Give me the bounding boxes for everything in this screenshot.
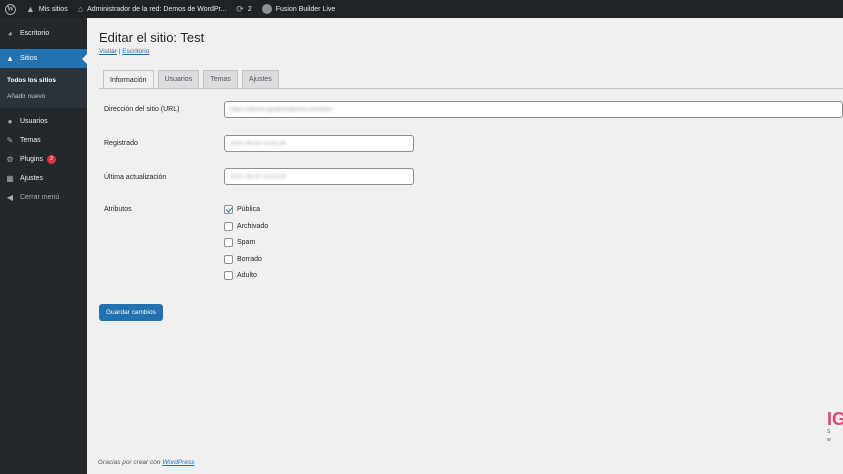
plugins-icon: ⚙ — [6, 155, 14, 164]
sidebar-item-label: Cerrar menú — [20, 194, 60, 201]
footer-thanks: Gracias por crear con — [98, 459, 161, 466]
sites-submenu: Todos los sitios Añadir nuevo — [0, 68, 87, 108]
footer-text: Gracias por crear con WordPress — [98, 459, 194, 466]
sidebar-item-sitios[interactable]: ▲ Sitios — [0, 49, 87, 68]
network-admin-menu[interactable]: ⌂ Administrador de la red: Demos de Word… — [73, 0, 232, 18]
main-content: Editar el sitio: Test Visitar | Escritor… — [87, 18, 843, 474]
sidebar-item-label: Escritorio — [20, 30, 50, 37]
checkbox-icon[interactable] — [224, 271, 233, 280]
plugins-update-badge: 2 — [46, 155, 56, 164]
tab-informacion[interactable]: Información — [103, 70, 154, 89]
last-updated-value: 2021-06-30 15:53:28 — [230, 173, 286, 180]
themes-icon: ✎ — [6, 136, 14, 145]
my-sites-icon: ▲ — [26, 3, 35, 14]
wordpress-logo-menu[interactable]: W — [0, 0, 21, 18]
last-updated-label: Última actualización — [104, 174, 167, 181]
url-field[interactable]: https://demos.guiawordpress.com/test/ — [224, 101, 843, 118]
registered-field[interactable]: 2021-06-30 14:53:28 — [224, 135, 414, 152]
settings-icon: ▦ — [6, 174, 14, 183]
site-tabs: Información Usuarios Temas Ajustes — [103, 70, 279, 89]
attributes-label: Atributos — [104, 206, 132, 213]
attribute-publica[interactable]: Pública — [224, 205, 260, 214]
sidebar-item-label: Usuarios — [20, 118, 48, 125]
wordpress-link[interactable]: WordPress — [162, 459, 194, 466]
url-value: https://demos.guiawordpress.com/test/ — [230, 106, 333, 113]
users-icon: ● — [7, 117, 13, 126]
attribute-label: Pública — [237, 206, 260, 213]
last-updated-field[interactable]: 2021-06-30 15:53:28 — [224, 168, 414, 185]
sidebar-item-escritorio[interactable]: ◕ Escritorio — [0, 24, 87, 43]
registered-label: Registrado — [104, 140, 138, 147]
dashboard-link[interactable]: Escritorio — [122, 48, 149, 55]
wordpress-icon: W — [5, 3, 16, 15]
dashboard-icon: ◕ — [7, 29, 13, 38]
fusion-builder-label: Fusion Builder Live — [275, 5, 336, 13]
updates-icon: ⟳ — [236, 3, 244, 14]
sidebar-item-label: Temas — [20, 137, 41, 144]
sidebar-item-label: Sitios — [20, 55, 38, 62]
sidebar-item-label: Ajustes — [20, 175, 43, 182]
sidebar-collapse-menu[interactable]: ◀ Cerrar menú — [0, 188, 87, 207]
attribute-borrado[interactable]: Borrado — [224, 255, 262, 264]
attribute-label: Archivado — [237, 223, 269, 230]
tabs-divider — [99, 88, 843, 89]
registered-value: 2021-06-30 14:53:28 — [230, 140, 286, 147]
checkbox-icon[interactable] — [224, 255, 233, 264]
my-sites-label: Mis sitios — [38, 5, 68, 13]
url-label: Dirección del sitio (URL) — [104, 106, 180, 113]
sites-icon: ▲ — [6, 54, 14, 63]
sidebar-item-label: Plugins — [20, 156, 43, 163]
watermark-logo: IG S w — [827, 410, 843, 443]
home-icon: ⌂ — [77, 3, 84, 14]
checkbox-icon[interactable] — [224, 238, 233, 247]
admin-sidebar: ◕ Escritorio ▲ Sitios Todos los sitios A… — [0, 18, 87, 474]
submenu-item-all-sites[interactable]: Todos los sitios — [0, 72, 87, 88]
attribute-archivado[interactable]: Archivado — [224, 222, 268, 231]
admin-bar: W ▲ Mis sitios ⌂ Administrador de la red… — [0, 0, 843, 18]
attribute-label: Spam — [237, 239, 256, 246]
fusion-builder-icon — [261, 4, 272, 14]
save-changes-button[interactable]: Guardar cambios — [99, 304, 163, 321]
tab-ajustes[interactable]: Ajustes — [241, 70, 279, 88]
site-links: Visitar | Escritorio — [99, 48, 149, 55]
attribute-label: Adulto — [237, 272, 257, 279]
attribute-label: Borrado — [237, 256, 262, 263]
visit-link[interactable]: Visitar — [99, 48, 117, 55]
attribute-adulto[interactable]: Adulto — [224, 271, 257, 280]
network-admin-label: Administrador de la red: Demos de WordPr… — [87, 5, 227, 13]
link-separator: | — [118, 48, 121, 55]
tab-usuarios[interactable]: Usuarios — [157, 70, 200, 88]
checkbox-icon[interactable] — [224, 222, 233, 231]
tab-temas[interactable]: Temas — [203, 70, 238, 88]
sidebar-item-plugins[interactable]: ⚙ Plugins 2 — [0, 150, 87, 169]
updates-count: 2 — [247, 5, 252, 13]
sidebar-item-temas[interactable]: ✎ Temas — [0, 131, 87, 150]
submenu-item-add-new[interactable]: Añadir nuevo — [0, 88, 87, 104]
sidebar-item-ajustes[interactable]: ▦ Ajustes — [0, 169, 87, 188]
fusion-builder-menu[interactable]: Fusion Builder Live — [257, 0, 341, 18]
updates-menu[interactable]: ⟳ 2 — [231, 0, 256, 18]
collapse-icon: ◀ — [6, 193, 14, 202]
my-sites-menu[interactable]: ▲ Mis sitios — [21, 0, 73, 18]
attribute-spam[interactable]: Spam — [224, 238, 255, 247]
sidebar-item-usuarios[interactable]: ● Usuarios — [0, 112, 87, 131]
checkbox-checked-icon[interactable] — [224, 205, 233, 214]
page-title: Editar el sitio: Test — [99, 30, 205, 45]
